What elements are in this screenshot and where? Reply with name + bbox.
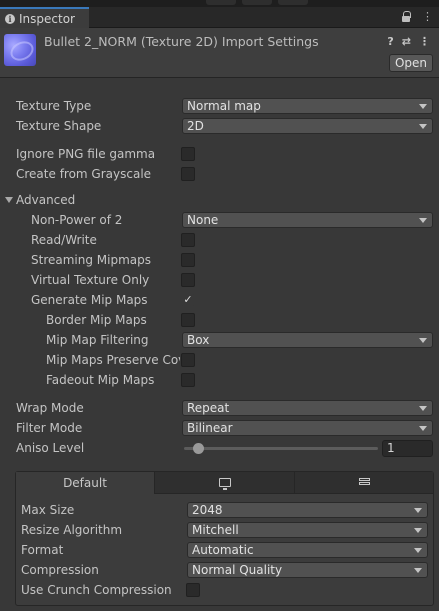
format-dropdown[interactable]: Automatic	[187, 542, 428, 558]
resize-algorithm-value: Mitchell	[192, 523, 239, 537]
max-size-value: 2048	[192, 503, 223, 517]
generate-mip-maps-label: Generate Mip Maps	[31, 293, 148, 307]
resize-algorithm-dropdown[interactable]: Mitchell	[187, 522, 428, 538]
max-size-label: Max Size	[21, 503, 75, 517]
chevron-down-icon	[414, 548, 422, 553]
texture-shape-label: Texture Shape	[16, 119, 102, 133]
info-icon: i	[5, 13, 15, 24]
chevron-down-icon	[414, 528, 422, 533]
aniso-level-label: Aniso Level	[16, 441, 85, 455]
import-settings-header: Bullet 2_NORM (Texture 2D) Import Settin…	[0, 28, 439, 78]
texture-type-label: Texture Type	[16, 99, 92, 113]
chevron-down-icon	[419, 338, 427, 343]
help-icon[interactable]: ?	[387, 35, 393, 48]
filter-mode-dropdown[interactable]: Bilinear	[182, 420, 433, 436]
tab-inspector[interactable]: i Inspector	[0, 7, 89, 28]
chevron-down-icon	[414, 568, 422, 573]
chevron-down-icon	[414, 508, 422, 513]
border-mip-maps-label: Border Mip Maps	[46, 313, 147, 327]
tab-server[interactable]	[295, 472, 433, 494]
tab-default[interactable]: Default	[16, 472, 155, 494]
mip-map-filtering-label: Mip Map Filtering	[46, 333, 149, 347]
platform-settings-panel: Default Max Size 2048 Resize Algorithm M…	[15, 471, 434, 606]
texture-type-value: Normal map	[187, 99, 261, 113]
create-from-grayscale-label: Create from Grayscale	[16, 167, 152, 181]
kebab-menu-icon[interactable]: ⋮	[422, 11, 433, 22]
tab-bar: i Inspector ⋮	[0, 7, 439, 28]
resize-algorithm-label: Resize Algorithm	[21, 523, 123, 537]
aniso-level-slider-track[interactable]	[184, 447, 378, 450]
filter-mode-label: Filter Mode	[16, 421, 83, 435]
max-size-dropdown[interactable]: 2048	[187, 502, 428, 518]
chevron-down-icon	[419, 104, 427, 109]
non-power-of-2-label: Non-Power of 2	[31, 213, 123, 227]
platform-tabs: Default	[16, 472, 433, 494]
ignore-png-gamma-checkbox[interactable]	[181, 147, 195, 161]
checkmark-icon: ✓	[183, 293, 193, 306]
texture-type-dropdown[interactable]: Normal map	[182, 98, 433, 114]
ignore-png-gamma-label: Ignore PNG file gamma	[16, 147, 156, 161]
read-write-label: Read/Write	[31, 233, 97, 247]
virtual-texture-only-label: Virtual Texture Only	[31, 273, 150, 287]
fadeout-mip-maps-label: Fadeout Mip Maps	[46, 373, 155, 387]
fadeout-mip-maps-checkbox[interactable]	[181, 373, 195, 387]
wrap-mode-label: Wrap Mode	[16, 401, 84, 415]
streaming-mipmaps-checkbox[interactable]	[181, 253, 195, 267]
create-from-grayscale-checkbox[interactable]	[181, 167, 195, 181]
server-icon	[358, 477, 370, 488]
top-strip-segment	[278, 0, 308, 5]
lock-icon[interactable]	[402, 11, 411, 22]
top-strip	[0, 0, 439, 7]
chevron-down-icon	[419, 426, 427, 431]
texture-shape-value: 2D	[187, 119, 204, 133]
aniso-level-slider-thumb[interactable]	[193, 443, 204, 454]
top-strip-segment	[242, 0, 272, 5]
menu-icon[interactable]: ⋮	[419, 35, 430, 48]
tab-default-label: Default	[63, 476, 107, 490]
read-write-checkbox[interactable]	[181, 233, 195, 247]
tab-standalone[interactable]	[155, 472, 295, 494]
compression-dropdown[interactable]: Normal Quality	[187, 562, 428, 578]
foldout-arrow-icon[interactable]	[5, 197, 13, 203]
aniso-level-input[interactable]: 1	[382, 440, 433, 457]
top-strip-segment	[206, 0, 236, 5]
chevron-down-icon	[419, 406, 427, 411]
mip-maps-preserve-coverage-label: Mip Maps Preserve Cov	[46, 353, 180, 367]
mip-maps-preserve-coverage-checkbox[interactable]	[181, 353, 195, 367]
wrap-mode-dropdown[interactable]: Repeat	[182, 400, 433, 416]
wrap-mode-value: Repeat	[187, 401, 230, 415]
open-button[interactable]: Open	[389, 54, 433, 72]
header-title: Bullet 2_NORM (Texture 2D) Import Settin…	[44, 34, 319, 49]
non-power-of-2-dropdown[interactable]: None	[182, 212, 433, 228]
texture-shape-dropdown[interactable]: 2D	[182, 118, 433, 134]
format-value: Automatic	[192, 543, 254, 557]
virtual-texture-only-checkbox[interactable]	[181, 273, 195, 287]
non-power-of-2-value: None	[187, 213, 219, 227]
texture-thumbnail	[4, 34, 36, 66]
format-label: Format	[21, 543, 64, 557]
compression-value: Normal Quality	[192, 563, 283, 577]
tab-inspector-label: Inspector	[19, 11, 75, 26]
generate-mip-maps-checkbox[interactable]: ✓	[181, 293, 195, 307]
use-crunch-label: Use Crunch Compression	[21, 583, 172, 597]
use-crunch-checkbox[interactable]	[186, 583, 200, 597]
border-mip-maps-checkbox[interactable]	[181, 313, 195, 327]
chevron-down-icon	[419, 124, 427, 129]
filter-mode-value: Bilinear	[187, 421, 233, 435]
advanced-foldout-label[interactable]: Advanced	[16, 193, 75, 207]
compression-label: Compression	[21, 563, 99, 577]
preset-icon[interactable]: ⇄	[402, 35, 411, 48]
mip-map-filtering-dropdown[interactable]: Box	[182, 332, 433, 348]
monitor-icon	[218, 478, 231, 490]
mip-map-filtering-value: Box	[187, 333, 210, 347]
streaming-mipmaps-label: Streaming Mipmaps	[31, 253, 152, 267]
chevron-down-icon	[419, 218, 427, 223]
